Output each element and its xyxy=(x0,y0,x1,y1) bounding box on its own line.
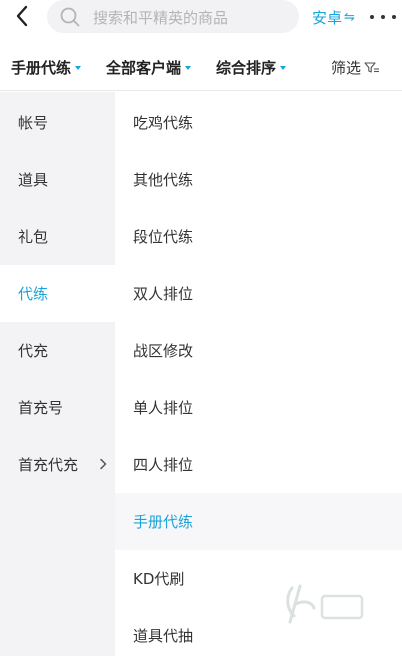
subcategory-label: 手册代练 xyxy=(133,513,194,531)
category-list: 帐号 道具 礼包 代练 代充 首充号 首充代充 xyxy=(0,92,115,656)
category-item-account[interactable]: 帐号 xyxy=(0,94,115,151)
subcategory-label: 段位代练 xyxy=(133,228,194,246)
category-item-gift-pack[interactable]: 礼包 xyxy=(0,208,115,265)
subcategory-item[interactable]: 四人排位 xyxy=(115,436,402,493)
dropdown-triangle-icon xyxy=(75,65,82,70)
subcategory-label: 四人排位 xyxy=(133,456,194,474)
category-item-items[interactable]: 道具 xyxy=(0,151,115,208)
chevron-left-icon xyxy=(16,5,28,27)
watermark-logo xyxy=(286,584,364,624)
search-icon xyxy=(60,7,80,27)
subcategory-item[interactable]: 吃鸡代练 xyxy=(115,94,402,151)
service-filter[interactable]: 手册代练 xyxy=(11,57,82,78)
category-item-first-charge-topup[interactable]: 首充代充 xyxy=(0,436,115,493)
subcategory-label: 道具代抽 xyxy=(133,627,194,645)
category-label: 首充代充 xyxy=(18,456,79,474)
dropdown-triangle-icon xyxy=(280,65,287,70)
category-label: 礼包 xyxy=(18,228,49,246)
category-label: 首充号 xyxy=(18,399,64,417)
customer-filter-label: 全部客户端 xyxy=(106,59,182,77)
category-label: 道具 xyxy=(18,171,49,189)
subcategory-label: 吃鸡代练 xyxy=(133,114,194,132)
subcategory-item[interactable]: 双人排位 xyxy=(115,265,402,322)
more-button[interactable] xyxy=(370,8,396,26)
subcategory-label: 其他代练 xyxy=(133,171,194,189)
top-bar: 搜索和平精英的商品 安卓 ⇋ xyxy=(0,0,402,34)
subcategory-item[interactable]: 段位代练 xyxy=(115,208,402,265)
category-label: 代充 xyxy=(18,342,49,360)
category-item-first-charge-account[interactable]: 首充号 xyxy=(0,379,115,436)
more-dot-icon xyxy=(392,15,396,19)
sort-filter[interactable]: 综合排序 xyxy=(216,57,287,78)
swap-icon: ⇋ xyxy=(344,9,355,25)
more-dot-icon xyxy=(381,15,385,19)
subcategory-item[interactable]: 其他代练 xyxy=(115,151,402,208)
search-bar[interactable]: 搜索和平精英的商品 xyxy=(47,0,299,33)
screen-filter-label: 筛选 xyxy=(331,59,362,77)
subcategory-label: KD代刷 xyxy=(133,570,185,588)
chevron-right-icon xyxy=(100,458,107,470)
platform-label: 安卓 xyxy=(312,8,343,27)
funnel-icon xyxy=(364,61,380,73)
subcategory-item-selected[interactable]: 手册代练 xyxy=(115,493,402,550)
more-dot-icon xyxy=(370,15,374,19)
screen-filter-button[interactable]: 筛选 xyxy=(331,57,380,78)
subcategory-label: 单人排位 xyxy=(133,399,194,417)
platform-switch[interactable]: 安卓 ⇋ xyxy=(312,6,355,28)
category-label: 帐号 xyxy=(18,114,49,132)
sort-filter-label: 综合排序 xyxy=(216,59,277,77)
service-filter-label: 手册代练 xyxy=(11,59,72,77)
subcategory-label: 双人排位 xyxy=(133,285,194,303)
subcategory-item[interactable]: 单人排位 xyxy=(115,379,402,436)
category-item-top-up[interactable]: 代充 xyxy=(0,322,115,379)
subcategory-list: 吃鸡代练 其他代练 段位代练 双人排位 战区修改 单人排位 四人排位 手册代练 … xyxy=(115,92,402,656)
subcategory-item[interactable]: 战区修改 xyxy=(115,322,402,379)
dropdown-triangle-icon xyxy=(185,65,192,70)
category-label: 代练 xyxy=(18,285,49,303)
back-button[interactable] xyxy=(10,2,34,30)
customer-filter[interactable]: 全部客户端 xyxy=(106,57,192,78)
category-item-boosting[interactable]: 代练 xyxy=(0,265,115,322)
filter-bar: 手册代练 全部客户端 综合排序 筛选 xyxy=(0,45,402,91)
search-placeholder: 搜索和平精英的商品 xyxy=(93,9,229,27)
subcategory-label: 战区修改 xyxy=(133,342,194,360)
